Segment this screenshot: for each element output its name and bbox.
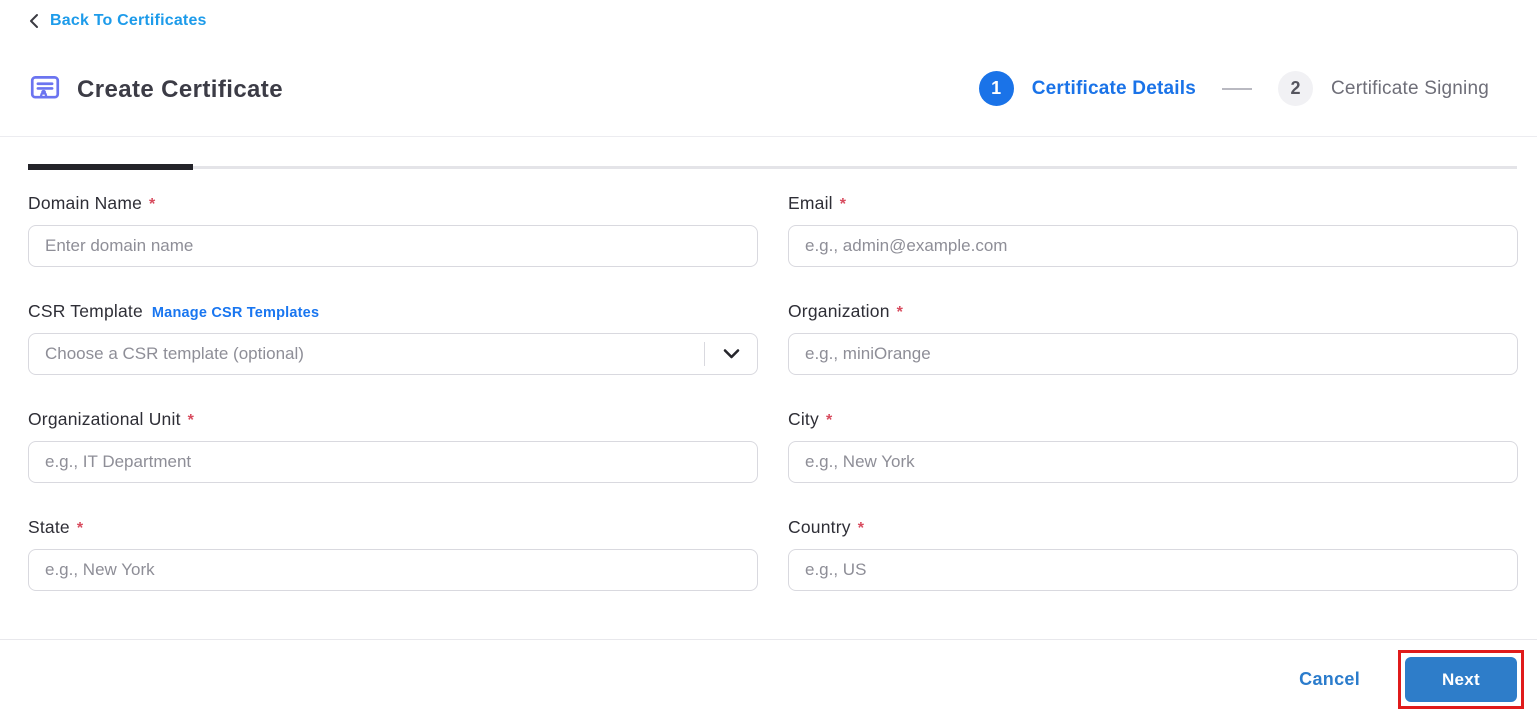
country-input[interactable] — [788, 549, 1518, 591]
progress-active-segment — [28, 164, 193, 170]
domain-name-label: Domain Name — [28, 193, 143, 213]
annotation-highlight-box: Next — [1398, 650, 1524, 709]
footer-divider — [0, 639, 1537, 640]
header-divider — [0, 136, 1537, 137]
create-certificate-page: Back To Certificates Create Certificate … — [0, 0, 1537, 717]
step-certificate-details[interactable]: 1 Certificate Details — [978, 71, 1196, 106]
required-asterisk: * — [76, 520, 84, 537]
field-email: Email * — [788, 193, 1518, 267]
organization-input[interactable] — [788, 333, 1518, 375]
organization-label: Organization — [788, 301, 890, 321]
required-asterisk: * — [839, 196, 846, 213]
field-state: State * — [28, 517, 758, 591]
organizational-unit-label: Organizational Unit — [28, 409, 181, 429]
csr-template-select-value: Choose a CSR template (optional) — [45, 344, 304, 363]
field-organizational-unit: Organizational Unit * — [28, 409, 758, 483]
csr-template-select[interactable]: Choose a CSR template (optional) — [28, 333, 758, 375]
city-label: City — [788, 409, 819, 429]
step-certificate-signing[interactable]: 2 Certificate Signing — [1278, 71, 1489, 106]
required-asterisk: * — [149, 196, 156, 213]
field-csr-template: CSR Template Manage CSR Templates Choose… — [28, 301, 758, 375]
certificate-details-form: Domain Name * Email * CSR Template Manag… — [28, 193, 1518, 591]
country-label: Country — [788, 517, 851, 537]
city-input[interactable] — [788, 441, 1518, 483]
chevron-left-icon — [28, 13, 39, 29]
manage-csr-templates-link[interactable]: Manage CSR Templates — [152, 305, 319, 321]
progress-track — [28, 166, 1517, 169]
required-asterisk: * — [825, 412, 833, 429]
back-to-certificates-link[interactable]: Back To Certificates — [28, 12, 207, 30]
step-1-number: 1 — [978, 71, 1014, 106]
step-2-number: 2 — [1278, 71, 1313, 106]
step-1-label: Certificate Details — [1031, 77, 1196, 99]
field-organization: Organization * — [788, 301, 1518, 375]
required-asterisk: * — [896, 304, 903, 321]
organizational-unit-input[interactable] — [28, 441, 758, 483]
email-input[interactable] — [788, 225, 1518, 267]
state-input[interactable] — [28, 549, 758, 591]
csr-template-label: CSR Template — [28, 301, 143, 321]
page-title: Create Certificate — [77, 76, 283, 103]
field-country: Country * — [788, 517, 1518, 591]
step-2-label: Certificate Signing — [1331, 77, 1489, 99]
required-asterisk: * — [857, 520, 864, 537]
certificate-icon — [28, 71, 62, 105]
domain-name-input[interactable] — [28, 225, 758, 267]
chevron-down-icon — [705, 348, 757, 360]
step-connector — [1222, 87, 1252, 90]
wizard-stepper: 1 Certificate Details 2 Certificate Sign… — [978, 71, 1489, 106]
email-label: Email — [788, 193, 833, 213]
back-link-label: Back To Certificates — [50, 12, 207, 29]
state-label: State — [28, 517, 70, 537]
field-domain-name: Domain Name * — [28, 193, 758, 267]
required-asterisk: * — [187, 412, 194, 429]
cancel-button[interactable]: Cancel — [1299, 669, 1360, 690]
field-city: City * — [788, 409, 1518, 483]
next-button[interactable]: Next — [1405, 657, 1517, 702]
